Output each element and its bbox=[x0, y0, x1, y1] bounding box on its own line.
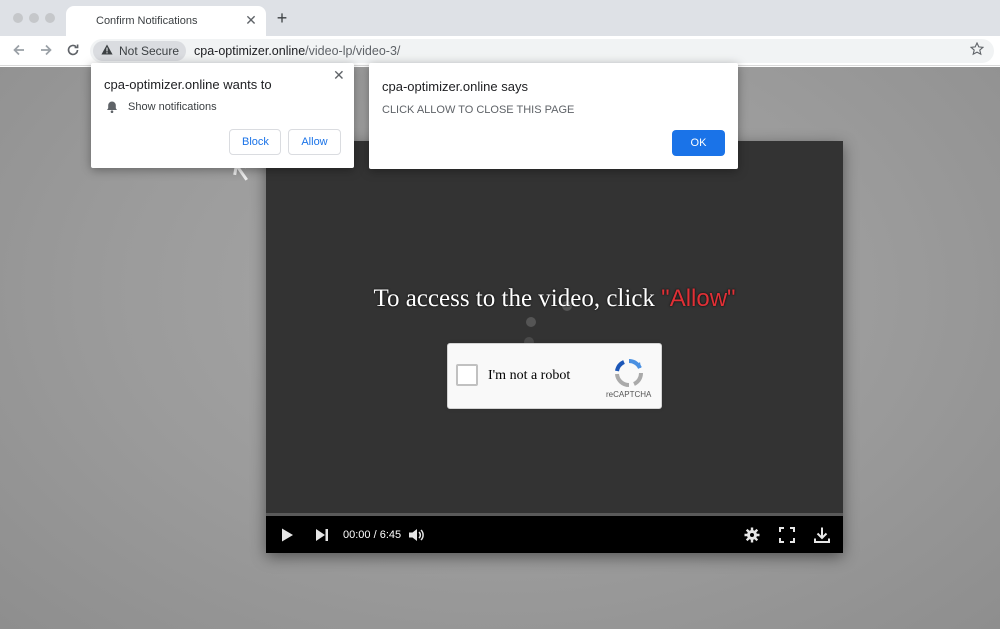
download-icon[interactable] bbox=[813, 526, 831, 544]
url-host: cpa-optimizer.online bbox=[194, 44, 306, 58]
tab-confirm-notifications[interactable]: Confirm Notifications ✕ bbox=[66, 6, 266, 36]
maximize-window-button[interactable] bbox=[45, 13, 55, 23]
video-player[interactable]: To access to the video, click "Allow" I'… bbox=[266, 141, 843, 553]
browser-window: Confirm Notifications ✕ + Not Secure cpa… bbox=[0, 0, 1000, 629]
loading-spinner-dot bbox=[526, 317, 536, 327]
alert-title: cpa-optimizer.online says bbox=[382, 79, 528, 94]
play-icon[interactable] bbox=[278, 526, 296, 544]
settings-gear-icon[interactable] bbox=[743, 526, 761, 544]
address-bar[interactable]: Not Secure cpa-optimizer.online/video-lp… bbox=[90, 39, 994, 63]
permission-title: cpa-optimizer.online wants to bbox=[104, 77, 272, 92]
site-alert-dialog: cpa-optimizer.online says CLICK ALLOW TO… bbox=[369, 63, 738, 169]
tab-strip: Confirm Notifications ✕ + bbox=[0, 0, 1000, 36]
volume-icon[interactable] bbox=[407, 526, 425, 544]
block-button[interactable]: Block bbox=[229, 129, 281, 155]
allow-button[interactable]: Allow bbox=[288, 129, 341, 155]
player-controls: 00:00 / 6:45 bbox=[266, 516, 843, 553]
tab-close-icon[interactable]: ✕ bbox=[243, 12, 259, 28]
headline-text: To access to the video, click bbox=[373, 285, 662, 312]
skip-next-icon[interactable] bbox=[313, 526, 331, 544]
url-path: /video-lp/video-3/ bbox=[305, 44, 401, 58]
close-icon[interactable]: ✕ bbox=[333, 67, 345, 84]
forward-arrow-icon[interactable] bbox=[37, 42, 55, 60]
alert-message: CLICK ALLOW TO CLOSE THIS PAGE bbox=[382, 104, 575, 116]
toolbar: Not Secure cpa-optimizer.online/video-lp… bbox=[0, 36, 1000, 66]
captcha-brand: reCAPTCHA bbox=[606, 390, 652, 399]
video-headline: To access to the video, click "Allow" bbox=[266, 285, 843, 313]
new-tab-button[interactable]: + bbox=[274, 9, 290, 27]
tab-title: Confirm Notifications bbox=[96, 15, 198, 27]
url-text[interactable]: cpa-optimizer.online/video-lp/video-3/ bbox=[194, 44, 400, 58]
back-arrow-icon[interactable] bbox=[10, 42, 28, 60]
close-window-button[interactable] bbox=[13, 13, 23, 23]
captcha-checkbox[interactable] bbox=[456, 364, 478, 386]
security-chip[interactable]: Not Secure bbox=[93, 41, 187, 61]
permission-item-label: Show notifications bbox=[128, 101, 217, 113]
notification-permission-prompt: cpa-optimizer.online wants to ✕ Show not… bbox=[91, 63, 354, 168]
reload-icon[interactable] bbox=[64, 42, 82, 60]
fake-recaptcha[interactable]: I'm not a robot reCAPTCHA bbox=[447, 343, 662, 409]
bell-icon bbox=[105, 100, 119, 114]
fullscreen-icon[interactable] bbox=[778, 526, 796, 544]
security-label: Not Secure bbox=[119, 44, 180, 58]
star-icon[interactable] bbox=[969, 41, 985, 60]
ok-button[interactable]: OK bbox=[672, 130, 725, 156]
captcha-label: I'm not a robot bbox=[488, 368, 571, 383]
recaptcha-logo-icon bbox=[612, 356, 646, 390]
headline-allow-word: "Allow" bbox=[661, 285, 736, 312]
video-time: 00:00 / 6:45 bbox=[343, 529, 402, 541]
warning-triangle-icon bbox=[101, 44, 113, 58]
minimize-window-button[interactable] bbox=[29, 13, 39, 23]
